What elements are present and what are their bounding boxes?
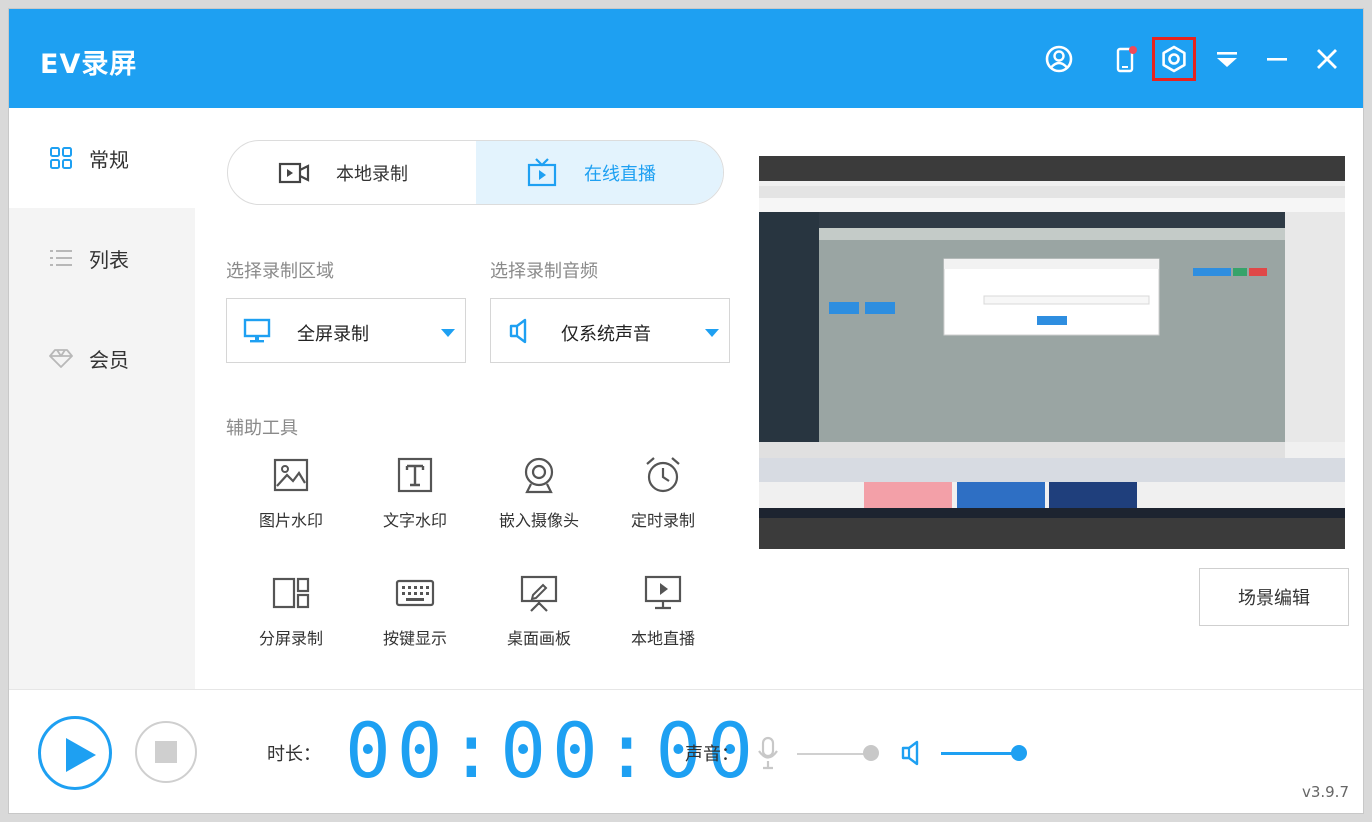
mic-volume-slider[interactable] — [797, 753, 871, 755]
tool-label: 分屏录制 — [258, 629, 323, 648]
audio-label: 选择录制音频 — [490, 261, 598, 282]
tool-label: 定时录制 — [630, 511, 695, 530]
version-label: v3.9.7 — [1301, 783, 1349, 801]
tab-local-record-label: 本地录制 — [336, 163, 408, 185]
user-icon — [1045, 45, 1073, 73]
monitor-icon — [243, 318, 271, 343]
tool-local-live[interactable]: 本地直播 — [601, 573, 725, 663]
easel-icon — [520, 575, 558, 612]
user-button[interactable] — [1037, 37, 1081, 81]
video-camera-icon — [278, 162, 310, 183]
tool-key-display[interactable]: 按键显示 — [353, 573, 477, 663]
minimize-button[interactable] — [1255, 37, 1299, 81]
sidebar: 常规 列表 会员 — [9, 108, 195, 689]
stop-icon — [155, 741, 177, 763]
bottom-bar: 时长： 00:00:00 声音： v3.9.7 — [9, 689, 1363, 813]
text-watermark-icon — [397, 457, 433, 493]
app-window: EV录屏 常规 列表 会员 本地录制 在线直播 选择录制区域 选择录制音频 全屏… — [8, 8, 1364, 814]
diamond-icon — [49, 349, 73, 368]
system-volume-thumb[interactable] — [1011, 745, 1027, 761]
screen-preview — [759, 156, 1345, 549]
tool-label: 本地直播 — [630, 629, 695, 648]
tab-local-record[interactable]: 本地录制 — [228, 141, 476, 204]
stop-record-button[interactable] — [135, 721, 197, 783]
tab-online-live[interactable]: 在线直播 — [476, 141, 723, 204]
tool-label: 嵌入摄像头 — [498, 511, 579, 530]
sidebar-item-label: 列表 — [89, 247, 129, 272]
volume-label: 声音： — [685, 744, 739, 765]
region-label: 选择录制区域 — [226, 261, 334, 282]
record-mode-toggle: 本地录制 在线直播 — [227, 140, 724, 205]
tool-label: 文字水印 — [382, 511, 447, 530]
tool-text-watermark[interactable]: 文字水印 — [353, 455, 477, 545]
list-icon — [50, 250, 72, 266]
alarm-clock-icon — [646, 457, 680, 493]
tab-online-live-label: 在线直播 — [584, 163, 656, 185]
minimize-icon — [1267, 58, 1287, 61]
speaker-icon[interactable] — [901, 740, 925, 766]
menu-dropdown-button[interactable] — [1205, 37, 1249, 81]
app-title: EV录屏 — [40, 49, 138, 80]
phone-icon — [1116, 46, 1137, 73]
tool-timed-record[interactable]: 定时录制 — [601, 455, 725, 545]
play-icon — [66, 738, 96, 772]
split-screen-icon — [272, 577, 310, 609]
keyboard-icon — [395, 579, 435, 607]
settings-button[interactable] — [1152, 37, 1196, 81]
mic-volume-thumb[interactable] — [863, 745, 879, 761]
chevron-down-icon — [441, 329, 455, 337]
preview-thumbnail — [759, 156, 1345, 549]
audio-select-value: 仅系统声音 — [561, 324, 651, 345]
tool-label: 按键显示 — [382, 629, 447, 648]
close-button[interactable] — [1305, 37, 1349, 81]
close-icon — [1317, 49, 1337, 69]
tool-image-watermark[interactable]: 图片水印 — [229, 455, 353, 545]
duration-label: 时长： — [267, 744, 321, 765]
region-select-value: 全屏录制 — [297, 324, 369, 345]
sidebar-item-general[interactable]: 常规 — [9, 108, 195, 208]
mobile-button[interactable] — [1103, 37, 1147, 81]
tool-desktop-board[interactable]: 桌面画板 — [477, 573, 601, 663]
tv-icon — [527, 157, 557, 186]
camera-icon — [524, 457, 554, 494]
sidebar-item-member[interactable]: 会员 — [9, 308, 195, 408]
tool-label: 图片水印 — [258, 511, 323, 530]
system-volume-slider[interactable] — [941, 752, 1019, 755]
microphone-icon[interactable] — [757, 736, 779, 770]
sidebar-item-list[interactable]: 列表 — [9, 208, 195, 308]
settings-icon — [1162, 45, 1186, 73]
image-watermark-icon — [273, 458, 309, 492]
region-select[interactable]: 全屏录制 — [226, 298, 466, 363]
dropdown-icon — [1217, 52, 1237, 67]
start-record-button[interactable] — [38, 716, 112, 790]
title-bar[interactable]: EV录屏 — [9, 9, 1363, 108]
grid-icon — [50, 147, 72, 169]
tool-embed-camera[interactable]: 嵌入摄像头 — [477, 455, 601, 545]
tools-label: 辅助工具 — [226, 418, 298, 439]
tool-split-screen[interactable]: 分屏录制 — [229, 573, 353, 663]
audio-select[interactable]: 仅系统声音 — [490, 298, 730, 363]
chevron-down-icon — [705, 329, 719, 337]
tool-label: 桌面画板 — [506, 629, 571, 648]
sidebar-item-label: 常规 — [89, 147, 129, 172]
sidebar-item-label: 会员 — [89, 347, 129, 372]
speaker-icon — [509, 318, 527, 344]
scene-edit-button[interactable]: 场景编辑 — [1199, 568, 1349, 626]
monitor-play-icon — [644, 575, 682, 610]
